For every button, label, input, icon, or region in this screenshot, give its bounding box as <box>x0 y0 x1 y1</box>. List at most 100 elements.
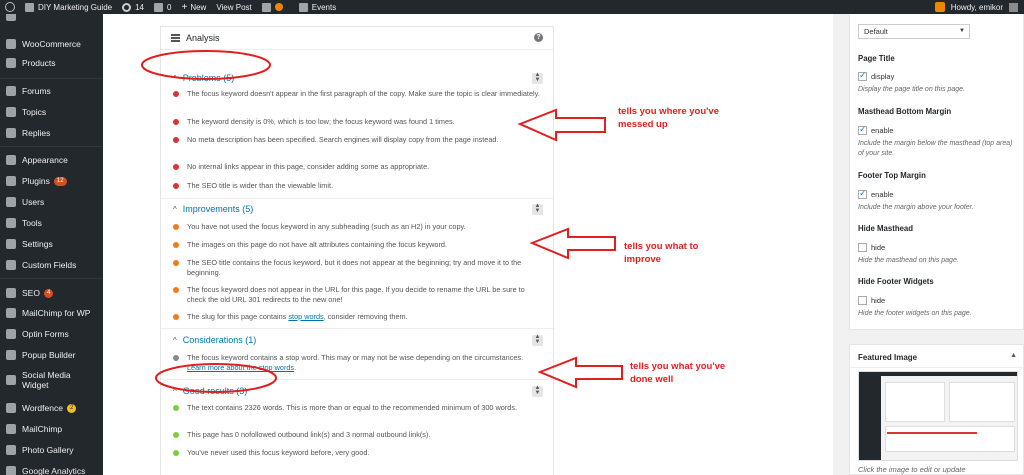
considerations-title: Considerations (1) <box>182 335 257 345</box>
problem-dot-icon <box>173 91 179 97</box>
template-select[interactable]: Default ▼ <box>858 24 970 39</box>
comments-icon <box>154 2 164 12</box>
thumb-panel <box>885 426 1015 452</box>
events-link[interactable]: Events <box>298 2 336 12</box>
improvement-dot-icon <box>173 260 179 266</box>
dropdown-arrow-icon: ▼ <box>959 28 965 34</box>
list-item: This page has 0 nofollowed outbound link… <box>173 430 541 440</box>
list-item: You've never used this focus keyword bef… <box>173 448 541 458</box>
problem-dot-icon <box>173 164 179 170</box>
sidebar-item-optin-forms[interactable]: Optin Forms <box>0 324 103 344</box>
comments-link[interactable]: 0 <box>154 2 171 12</box>
list-item: The focus keyword contains a stop word. … <box>173 353 541 373</box>
sidebar-item-social-media-widget[interactable]: Social Media Widget <box>0 367 103 393</box>
sidebar-item-tools[interactable]: Tools <box>0 213 103 233</box>
yoast-icon <box>6 288 16 298</box>
problems-title: Problems (5) <box>182 73 235 83</box>
mailchimp-icon <box>6 308 16 318</box>
sidebar-item-appearance[interactable]: Appearance <box>0 150 103 170</box>
wordpress-logo-icon[interactable] <box>5 2 15 12</box>
popup-icon <box>6 350 16 360</box>
sidebar-item-hidden[interactable] <box>0 14 103 26</box>
seo-status-link[interactable] <box>261 2 283 12</box>
replies-icon <box>6 128 16 138</box>
menu-icon <box>6 14 16 21</box>
sidebar-item-products[interactable]: Products <box>0 53 103 73</box>
list-item: No internal links appear in this page, c… <box>173 162 541 172</box>
products-icon <box>6 58 16 68</box>
page-title-description: Display the page title on this page. <box>858 86 966 93</box>
site-name-link[interactable]: DIY Marketing Guide <box>25 2 112 12</box>
list-item: The focus keyword does not appear in the… <box>173 285 541 305</box>
chevron-up-icon[interactable]: ▲ <box>1010 352 1017 359</box>
sidebar-separator <box>0 146 103 147</box>
sort-arrows-icon[interactable]: ▲ ▼ <box>532 334 543 346</box>
hide-masthead-label: Hide Masthead <box>858 224 914 233</box>
checkbox-checked-icon[interactable] <box>858 188 867 199</box>
list-item: The text contains 2326 words. This is mo… <box>173 403 541 413</box>
list-item: The focus keyword doesn't appear in the … <box>173 89 541 99</box>
mailchimp-icon <box>6 424 16 434</box>
divider <box>161 328 553 329</box>
improvements-toggle[interactable]: ^ Improvements (5) <box>173 204 253 214</box>
new-content-link[interactable]: + New <box>181 2 206 13</box>
optin-icon <box>6 329 16 339</box>
sidebar-item-topics[interactable]: Topics <box>0 102 103 122</box>
masthead-margin-checkbox[interactable]: enable <box>858 124 894 135</box>
sidebar-item-woocommerce[interactable]: WooCommerce <box>0 34 103 54</box>
sort-arrows-icon[interactable]: ▲ ▼ <box>532 72 543 84</box>
sidebar-item-settings[interactable]: Settings <box>0 234 103 254</box>
checkbox-checked-icon[interactable] <box>858 70 867 81</box>
list-item: The SEO title contains the focus keyword… <box>173 258 541 278</box>
list-item: You have not used the focus keyword in a… <box>173 222 541 232</box>
page-title-checkbox[interactable]: display <box>858 70 894 81</box>
chevron-up-icon: ^ <box>173 204 177 214</box>
hide-masthead-description: Hide the masthead on this page. <box>858 257 959 264</box>
howdy-link[interactable]: Howdy, emikor <box>951 3 1003 12</box>
masthead-margin-label: Masthead Bottom Margin <box>858 107 952 116</box>
updates-link[interactable]: 14 <box>122 2 144 12</box>
considerations-toggle[interactable]: ^ Considerations (1) <box>173 335 256 345</box>
admin-sidebar: WooCommerce Products Forums Topics Repli… <box>0 14 103 475</box>
featured-image-thumbnail[interactable] <box>858 371 1018 461</box>
sidebar-item-users[interactable]: Users <box>0 192 103 212</box>
sidebar-item-mailchimp[interactable]: MailChimp <box>0 419 103 439</box>
page-options-box: Default ▼ Page Title display Display the… <box>849 14 1024 330</box>
avatar[interactable] <box>1009 2 1018 12</box>
sidebar-item-replies[interactable]: Replies <box>0 123 103 143</box>
thumb-panel <box>949 382 1015 422</box>
problem-dot-icon <box>173 183 179 189</box>
sidebar-item-custom-fields[interactable]: Custom Fields <box>0 255 103 275</box>
good-dot-icon <box>173 432 179 438</box>
good-results-toggle[interactable]: ^ Good results (3) <box>173 386 247 396</box>
consideration-dot-icon <box>173 355 179 361</box>
featured-image-box: Featured Image ▲ Click the image to edit… <box>849 344 1024 475</box>
hide-footer-checkbox[interactable]: hide <box>858 296 885 305</box>
checkbox-icon[interactable] <box>858 296 867 305</box>
problems-toggle[interactable]: ^ Problems (5) <box>173 73 234 83</box>
footer-margin-checkbox[interactable]: enable <box>858 188 894 199</box>
notification-icon[interactable] <box>934 2 945 12</box>
stop-words-link[interactable]: stop words <box>288 312 323 321</box>
checkbox-checked-icon[interactable] <box>858 124 867 135</box>
learn-more-stop-words-link[interactable]: Learn more about the stop words <box>187 363 294 372</box>
view-post-link[interactable]: View Post <box>216 3 251 12</box>
plugins-update-badge: 12 <box>53 176 67 186</box>
sidebar-item-google-analytics[interactable]: Google Analytics <box>0 461 103 475</box>
sidebar-item-popup-builder[interactable]: Popup Builder <box>0 345 103 365</box>
help-icon[interactable]: ? <box>534 33 543 42</box>
sidebar-item-photo-gallery[interactable]: Photo Gallery <box>0 440 103 460</box>
sort-arrows-icon[interactable]: ▲ ▼ <box>532 385 543 397</box>
sidebar-item-plugins[interactable]: Plugins 12 <box>0 171 103 191</box>
featured-image-title: Featured Image <box>858 353 918 362</box>
improvements-title: Improvements (5) <box>182 204 254 214</box>
list-item: The keyword density is 0%, which is too … <box>173 117 541 127</box>
list-item: The SEO title is wider than the viewable… <box>173 181 541 191</box>
sidebar-item-seo[interactable]: SEO 4 <box>0 283 103 303</box>
sort-arrows-icon[interactable]: ▲ ▼ <box>532 203 543 215</box>
checkbox-icon[interactable] <box>858 243 867 252</box>
sidebar-item-mailchimp-for-wp[interactable]: MailChimp for WP <box>0 303 103 323</box>
hide-masthead-checkbox[interactable]: hide <box>858 243 885 252</box>
sidebar-item-wordfence[interactable]: Wordfence 2 <box>0 398 103 418</box>
sidebar-item-forums[interactable]: Forums <box>0 81 103 101</box>
